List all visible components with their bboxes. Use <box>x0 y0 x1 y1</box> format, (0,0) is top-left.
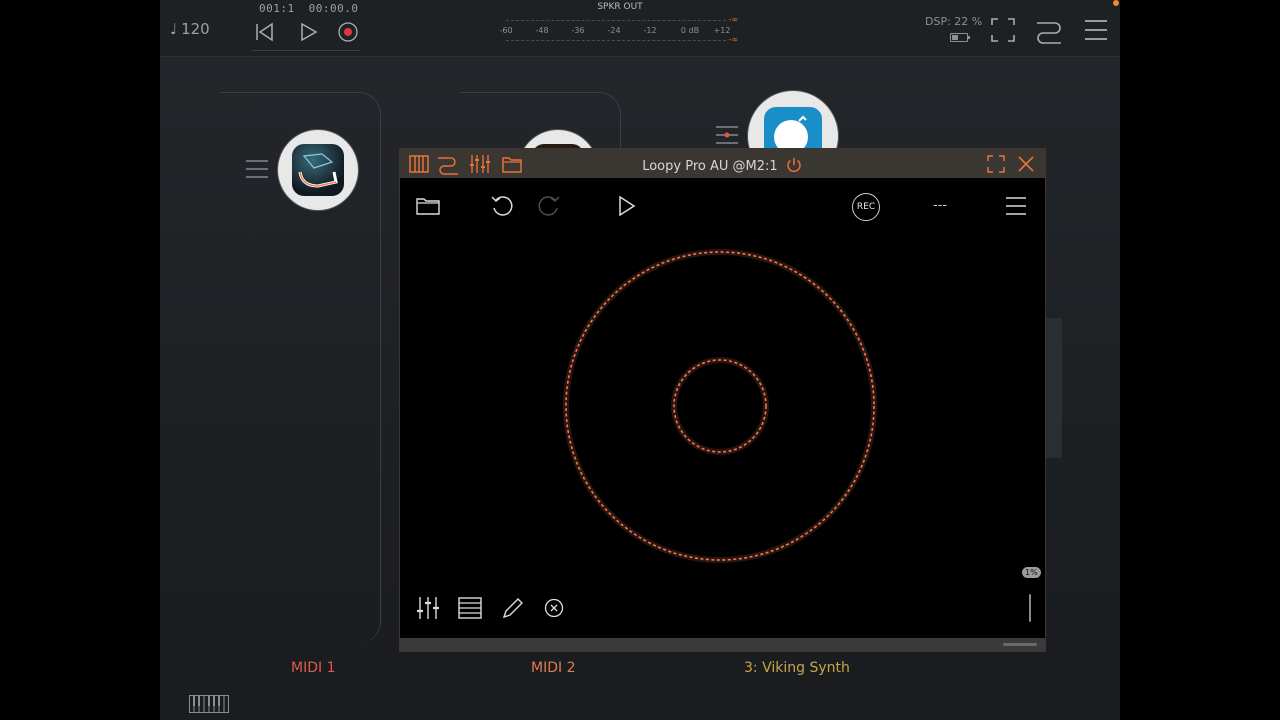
loop-canvas[interactable] <box>400 178 1045 638</box>
track-label-3[interactable]: 3: Viking Synth <box>744 660 850 676</box>
au-plugin-window: Loopy Pro AU @M2:1 REC --- 1% <box>399 148 1046 652</box>
meter-title: SPKR OUT <box>597 2 643 12</box>
plugin-slot-1[interactable] <box>278 130 358 210</box>
meter-peak-top: -∞ <box>728 15 738 24</box>
track-menu-icon[interactable] <box>246 158 268 180</box>
au-window-title: Loopy Pro AU @M2:1 <box>400 156 1045 174</box>
track-label-2[interactable]: MIDI 2 <box>531 660 575 676</box>
fullscreen-icon[interactable] <box>985 153 1007 175</box>
meter-tick: -48 <box>535 26 549 35</box>
track-label-1[interactable]: MIDI 1 <box>291 660 335 676</box>
note-icon: ♩ <box>170 20 178 38</box>
dsp-load: DSP: 22 % <box>925 15 983 28</box>
au-titlebar[interactable]: Loopy Pro AU @M2:1 <box>400 149 1045 178</box>
outer-loop-glow <box>563 249 877 563</box>
status-dot <box>1113 0 1119 6</box>
routing-icon[interactable] <box>1035 16 1063 44</box>
percent-badge: 1% <box>1022 567 1041 578</box>
fullscreen-icon[interactable] <box>989 16 1017 44</box>
close-icon[interactable] <box>1015 153 1037 175</box>
meter-tick: -60 <box>499 26 513 35</box>
pencil-icon[interactable] <box>500 595 526 621</box>
position-time: 00:00.0 <box>308 2 359 15</box>
list-icon[interactable] <box>457 595 483 621</box>
output-meter: SPKR OUT -60 -48 -36 -24 -12 0 dB +12 -∞… <box>490 2 760 48</box>
transport-controls <box>252 16 360 51</box>
meter-bar-bottom <box>506 40 726 41</box>
rewind-icon[interactable] <box>252 20 276 44</box>
meter-peak-bottom: -∞ <box>728 35 738 44</box>
clear-icon[interactable] <box>541 595 567 621</box>
keyboard-icon[interactable] <box>189 695 229 713</box>
loopy-pro-body: REC --- 1% <box>400 178 1045 638</box>
meter-tick: -36 <box>571 26 585 35</box>
position-display: 001:1 00:00.0 <box>259 2 358 15</box>
record-icon[interactable] <box>336 20 360 44</box>
au-title-text: Loopy Pro AU @M2:1 <box>642 159 778 174</box>
position-bars: 001:1 <box>259 2 295 15</box>
top-bar: ♩ 120 001:1 00:00.0 SPKR OUT -60 -48 -36… <box>160 0 1120 57</box>
battery-icon <box>950 33 970 42</box>
tempo-value: 120 <box>181 20 210 38</box>
play-icon[interactable] <box>296 20 320 44</box>
inner-loop-glow <box>671 357 769 455</box>
meter-bar-top <box>506 20 726 21</box>
track-mixer-icon[interactable] <box>716 124 738 146</box>
tempo-display[interactable]: ♩ 120 <box>170 20 210 38</box>
meter-tick: -12 <box>643 26 657 35</box>
level-slider[interactable] <box>1029 594 1031 622</box>
meter-tick: 0 dB <box>680 26 700 35</box>
power-icon[interactable] <box>785 156 803 174</box>
track-scroll-indicator[interactable] <box>1044 318 1062 458</box>
resize-handle[interactable] <box>1003 643 1037 646</box>
au-resize-bar[interactable] <box>400 638 1045 651</box>
midi-app-graphic <box>298 153 338 188</box>
midi-app-icon <box>292 144 344 196</box>
meter-tick: -24 <box>607 26 621 35</box>
sliders-icon[interactable] <box>415 595 441 621</box>
menu-icon[interactable] <box>1082 16 1110 44</box>
meter-tick: +12 <box>713 26 731 35</box>
